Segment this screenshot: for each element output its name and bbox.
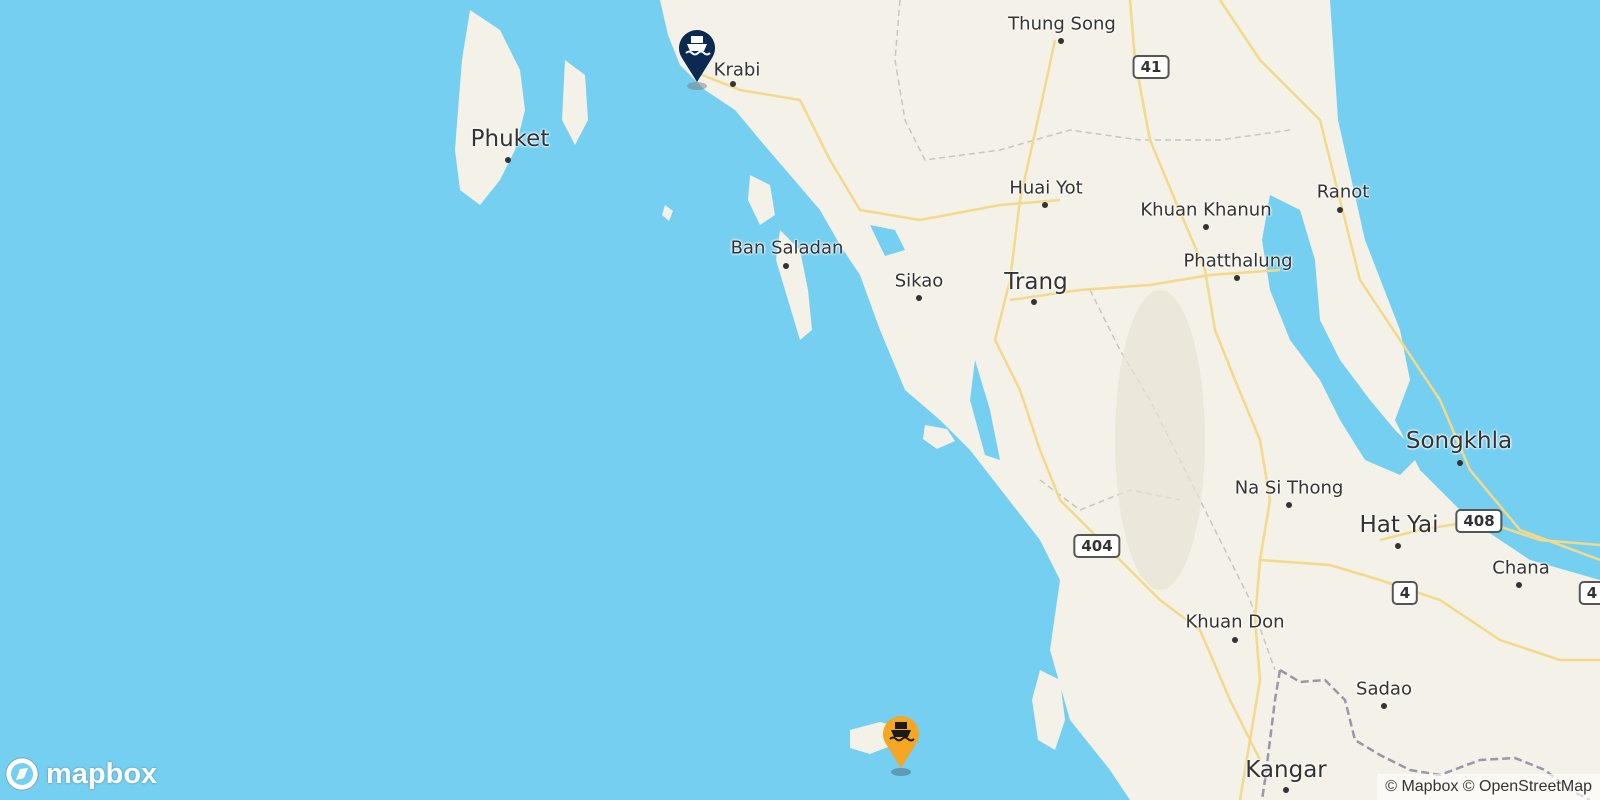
place-dot-chana xyxy=(1516,582,1522,588)
island-phangnga xyxy=(562,60,588,145)
label-thung-song: Thung Song xyxy=(1008,13,1116,35)
place-dot-phuket xyxy=(505,157,511,163)
label-huai-yot: Huai Yot xyxy=(1009,177,1083,199)
origin-marker[interactable] xyxy=(878,706,924,782)
label-ban-saladan: Ban Saladan xyxy=(730,237,844,259)
label-khuan-don: Khuan Don xyxy=(1185,611,1285,633)
label-na-si-thong: Na Si Thong xyxy=(1234,477,1344,499)
label-trang: Trang xyxy=(1004,269,1068,295)
mapbox-logo-text: mapbox xyxy=(46,757,158,790)
place-dot-khuan-khanun xyxy=(1203,224,1209,230)
label-hat-yai: Hat Yai xyxy=(1359,512,1439,538)
place-dot-trang xyxy=(1031,299,1037,305)
place-dot-khuan-don xyxy=(1232,637,1238,643)
label-krabi: Krabi xyxy=(713,59,761,81)
label-khuan-khanun: Khuan Khanun xyxy=(1140,199,1272,221)
label-phatthalung: Phatthalung xyxy=(1183,250,1293,272)
place-dot-thung-song xyxy=(1058,38,1064,44)
map-attribution[interactable]: © Mapbox © OpenStreetMap xyxy=(1377,774,1600,800)
place-dot-krabi xyxy=(730,81,736,87)
road-shield-408: 408 xyxy=(1455,509,1503,533)
map-canvas[interactable]: Phuket Krabi Thung Song Huai Yot Khuan K… xyxy=(0,0,1600,800)
place-dot-phatthalung xyxy=(1234,275,1240,281)
label-ranot: Ranot xyxy=(1316,181,1370,203)
island-lanta-2 xyxy=(748,175,775,225)
place-dot-sadao xyxy=(1381,703,1387,709)
terrain-hills xyxy=(1115,290,1205,590)
road-shield-41: 41 xyxy=(1132,55,1170,79)
place-dot-huai-yot xyxy=(1042,202,1048,208)
road-shield-404: 404 xyxy=(1073,534,1121,558)
label-phuket: Phuket xyxy=(470,126,550,152)
road-shield-4-edge: 4 xyxy=(1578,581,1600,605)
label-chana: Chana xyxy=(1492,557,1550,579)
island-small-1 xyxy=(662,205,673,221)
place-dot-na-si-thong xyxy=(1286,502,1292,508)
place-dot-songkhla xyxy=(1457,460,1463,466)
mapbox-logo[interactable]: mapbox xyxy=(4,756,157,792)
ferry-icon xyxy=(679,30,715,90)
destination-marker[interactable] xyxy=(674,20,720,96)
label-sadao: Sadao xyxy=(1356,678,1412,700)
label-kangar: Kangar xyxy=(1245,757,1327,783)
place-dot-kangar xyxy=(1283,787,1289,793)
place-dot-sikao xyxy=(916,295,922,301)
island-tarutao xyxy=(1032,670,1065,750)
label-sikao: Sikao xyxy=(894,270,944,292)
place-dot-ban-saladan xyxy=(783,263,789,269)
label-songkhla: Songkhla xyxy=(1405,428,1513,454)
phuket-island xyxy=(455,10,525,205)
place-dot-hat-yai xyxy=(1395,543,1401,549)
mapbox-compass-icon xyxy=(5,757,39,791)
ferry-icon xyxy=(883,716,919,776)
place-dot-ranot xyxy=(1337,207,1343,213)
road-shield-4: 4 xyxy=(1391,581,1419,605)
